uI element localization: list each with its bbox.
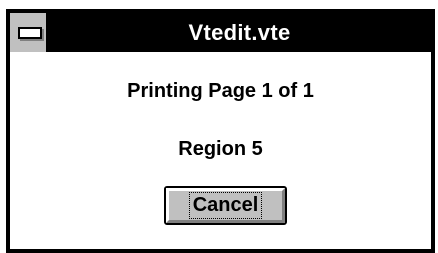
print-progress-dialog: Vtedit.vte Printing Page 1 of 1 Region 5… (6, 9, 435, 253)
system-menu-icon (18, 27, 42, 39)
cancel-button-label-wrap: Cancel (166, 188, 285, 223)
title-bar[interactable]: Vtedit.vte (10, 13, 431, 52)
cancel-button-label: Cancel (188, 192, 263, 219)
dialog-content: Printing Page 1 of 1 Region 5 Cancel (10, 52, 431, 249)
system-menu-button[interactable] (10, 13, 48, 52)
region-status-text: Region 5 (178, 138, 263, 160)
page-status-text: Printing Page 1 of 1 (127, 80, 314, 102)
cancel-button[interactable]: Cancel (164, 186, 287, 225)
window-title: Vtedit.vte (188, 20, 291, 45)
